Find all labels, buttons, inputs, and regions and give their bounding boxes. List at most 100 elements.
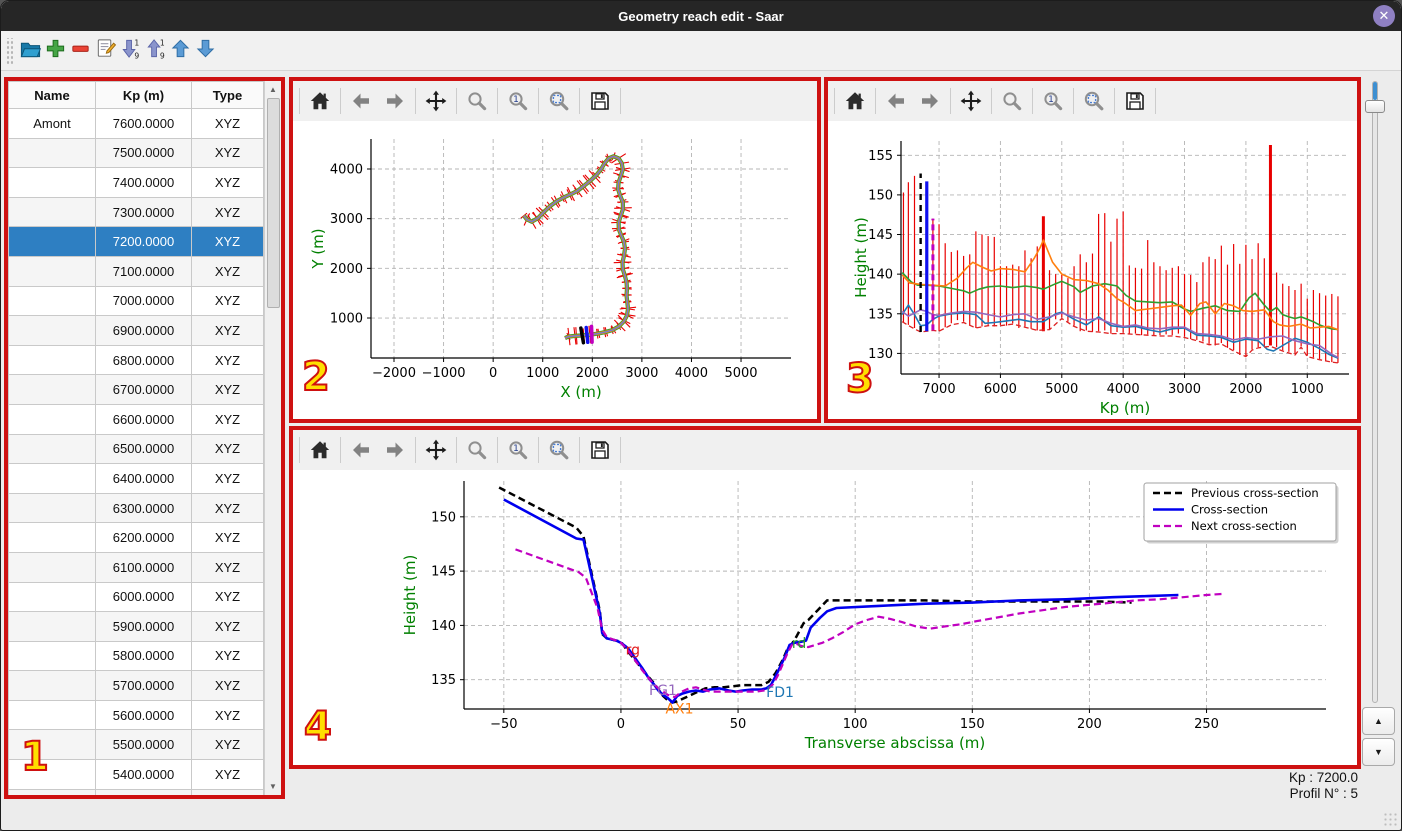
profile-up-button[interactable]: ▲ — [1362, 707, 1395, 735]
name-cell[interactable] — [8, 671, 96, 701]
table-row[interactable]: 6500.0000 XYZ — [8, 434, 264, 465]
table-row[interactable]: 6100.0000 XYZ — [8, 552, 264, 583]
name-cell[interactable] — [8, 760, 96, 790]
scroll-down-icon[interactable]: ▼ — [265, 779, 281, 794]
kp-cell[interactable]: 6700.0000 — [96, 375, 192, 405]
kp-cell[interactable]: 7000.0000 — [96, 286, 192, 317]
column-header[interactable]: Name — [8, 81, 96, 109]
table-row[interactable]: 5500.0000 XYZ — [8, 730, 264, 761]
kp-cell[interactable]: 6200.0000 — [96, 523, 192, 553]
scroll-up-icon[interactable]: ▲ — [265, 82, 281, 97]
back-button[interactable] — [347, 436, 375, 464]
type-cell[interactable]: XYZ — [192, 138, 264, 169]
kp-cell[interactable]: 7500.0000 — [96, 138, 192, 169]
type-cell[interactable]: XYZ — [192, 612, 264, 642]
table-row[interactable]: 6200.0000 XYZ — [8, 523, 264, 553]
type-cell[interactable]: XYZ — [192, 286, 264, 317]
back-button[interactable] — [882, 87, 910, 115]
type-cell[interactable]: XYZ — [192, 671, 264, 701]
table-row[interactable]: 5600.0000 XYZ — [8, 700, 264, 731]
zoom-one-button[interactable]: 1 — [504, 436, 532, 464]
table-row[interactable]: 6400.0000 XYZ — [8, 464, 264, 494]
type-cell[interactable]: XYZ — [192, 316, 264, 346]
profile-slider-handle[interactable] — [1365, 100, 1385, 113]
name-cell[interactable]: Amont — [8, 109, 96, 139]
name-cell[interactable] — [8, 375, 96, 405]
kp-cell[interactable]: 5900.0000 — [96, 612, 192, 642]
table-scrollbar[interactable]: ▲ ▼ — [264, 81, 281, 795]
kp-cell[interactable]: 7600.0000 — [96, 109, 192, 139]
add-row-button[interactable] — [43, 35, 68, 62]
zoom-button[interactable] — [463, 87, 491, 115]
type-cell[interactable]: XYZ — [192, 730, 264, 761]
kp-cell[interactable]: 5300.0000 — [96, 789, 192, 795]
type-cell[interactable]: XYZ — [192, 760, 264, 790]
kp-cell[interactable]: 6900.0000 — [96, 316, 192, 346]
kp-cell[interactable]: 7200.0000 — [96, 227, 192, 257]
long-profile-plot[interactable]: 7000 6000 5000 4000 3000 2000 1000 130 135 140 145… — [828, 121, 1357, 417]
name-cell[interactable] — [8, 316, 96, 346]
type-cell[interactable]: XYZ — [192, 404, 264, 435]
forward-button[interactable] — [916, 87, 944, 115]
zoom-button[interactable] — [463, 436, 491, 464]
scrollbar-thumb[interactable] — [267, 98, 280, 308]
table-row[interactable]: 7500.0000 XYZ — [8, 138, 264, 169]
type-cell[interactable]: XYZ — [192, 168, 264, 198]
table-row[interactable]: 6300.0000 XYZ — [8, 493, 264, 524]
table-row[interactable]: 5800.0000 XYZ — [8, 641, 264, 672]
move-up-button[interactable] — [168, 35, 193, 62]
name-cell[interactable] — [8, 256, 96, 287]
name-cell[interactable] — [8, 286, 96, 317]
type-cell[interactable]: XYZ — [192, 700, 264, 731]
type-cell[interactable]: XYZ — [192, 375, 264, 405]
kp-cell[interactable]: 7300.0000 — [96, 197, 192, 228]
table-row[interactable]: 6700.0000 XYZ — [8, 375, 264, 405]
name-cell[interactable] — [8, 404, 96, 435]
table-row[interactable]: Amont 7600.0000 XYZ — [8, 109, 264, 139]
table-row[interactable]: 5900.0000 XYZ — [8, 612, 264, 642]
name-cell[interactable] — [8, 523, 96, 553]
type-cell[interactable]: XYZ — [192, 256, 264, 287]
kp-cell[interactable]: 6600.0000 — [96, 404, 192, 435]
type-cell[interactable]: XYZ — [192, 552, 264, 583]
type-cell[interactable]: XYZ — [192, 493, 264, 524]
type-cell[interactable]: XYZ — [192, 109, 264, 139]
zoom-one-button[interactable]: 1 — [504, 87, 532, 115]
table-row[interactable]: 7000.0000 XYZ — [8, 286, 264, 317]
type-cell[interactable]: XYZ — [192, 464, 264, 494]
name-cell[interactable] — [8, 730, 96, 761]
name-cell[interactable] — [8, 612, 96, 642]
home-button[interactable] — [306, 436, 334, 464]
profile-slider-track[interactable] — [1372, 81, 1378, 703]
name-cell[interactable] — [8, 227, 96, 257]
home-button[interactable] — [841, 87, 869, 115]
table-row[interactable]: 6600.0000 XYZ — [8, 404, 264, 435]
table-row[interactable]: 6000.0000 XYZ — [8, 582, 264, 613]
table-row[interactable]: 7200.0000 XYZ — [8, 227, 264, 257]
name-cell[interactable] — [8, 345, 96, 376]
remove-row-button[interactable] — [68, 35, 93, 62]
name-cell[interactable] — [8, 552, 96, 583]
table-row[interactable]: 6900.0000 XYZ — [8, 316, 264, 346]
kp-cell[interactable]: 7100.0000 — [96, 256, 192, 287]
plan-view-plot[interactable]: −2000 −1000 0 1000 2000 3000 4000 5000 1000 2000 3… — [293, 121, 817, 415]
type-cell[interactable]: XYZ — [192, 641, 264, 672]
edit-row-button[interactable] — [93, 35, 118, 62]
zoom-rect-button[interactable] — [545, 436, 573, 464]
close-button[interactable]: ✕ — [1373, 5, 1395, 27]
type-cell[interactable]: XYZ — [192, 197, 264, 228]
column-header[interactable]: Kp (m) — [96, 81, 192, 109]
forward-button[interactable] — [381, 436, 409, 464]
save-button[interactable] — [586, 87, 614, 115]
table-row[interactable]: 7400.0000 XYZ — [8, 168, 264, 198]
open-folder-button[interactable] — [18, 35, 43, 62]
pan-button[interactable] — [422, 436, 450, 464]
profile-down-button[interactable]: ▼ — [1362, 738, 1395, 766]
name-cell[interactable] — [8, 434, 96, 465]
save-button[interactable] — [586, 436, 614, 464]
kp-cell[interactable]: 5800.0000 — [96, 641, 192, 672]
name-cell[interactable] — [8, 464, 96, 494]
kp-cell[interactable]: 7400.0000 — [96, 168, 192, 198]
name-cell[interactable] — [8, 789, 96, 795]
kp-cell[interactable]: 6400.0000 — [96, 464, 192, 494]
